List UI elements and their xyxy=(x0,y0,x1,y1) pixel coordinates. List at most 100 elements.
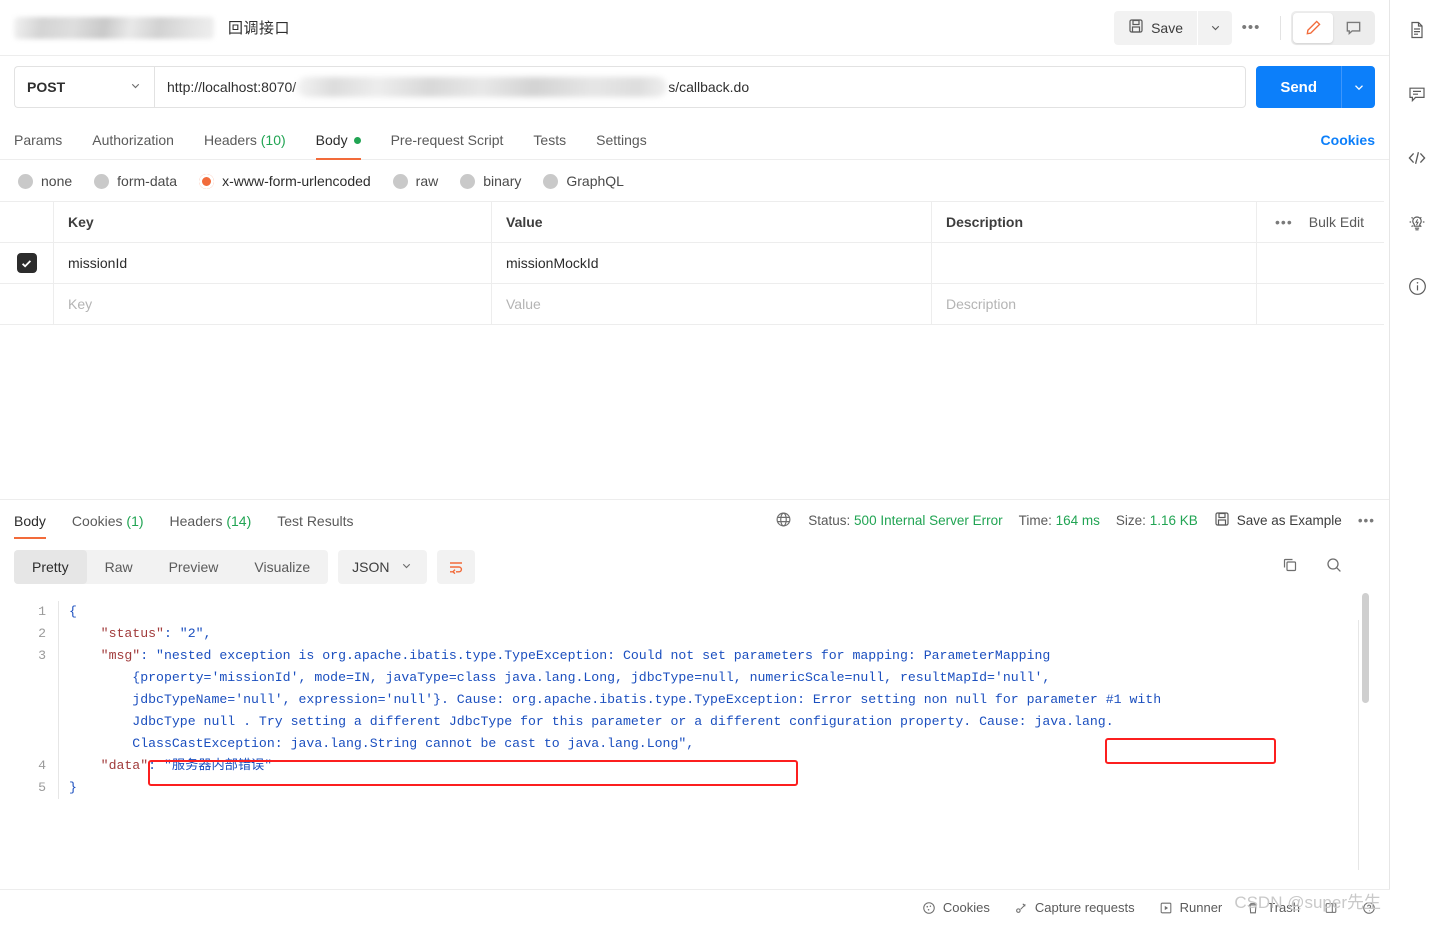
response-format-select[interactable]: JSON xyxy=(338,550,426,584)
rail-item-documentation[interactable] xyxy=(1401,14,1433,46)
footer-trash-button[interactable]: Trash xyxy=(1246,900,1300,915)
main-column: 回调接口 Save ••• xyxy=(0,0,1390,925)
chevron-down-icon xyxy=(129,79,142,95)
copy-icon[interactable] xyxy=(1281,556,1299,579)
postman-window: 回调接口 Save ••• xyxy=(0,0,1444,925)
request-body-blank-area xyxy=(0,325,1389,499)
request-more-button[interactable]: ••• xyxy=(1232,11,1270,45)
rail-item-tips[interactable] xyxy=(1401,206,1433,238)
save-options-button[interactable] xyxy=(1198,11,1232,45)
rail-item-info[interactable] xyxy=(1401,270,1433,302)
tab-tests-label: Tests xyxy=(533,132,566,148)
tab-headers-label: Headers xyxy=(204,132,257,148)
save-button[interactable]: Save xyxy=(1114,11,1197,45)
code-line: } xyxy=(69,777,1389,799)
footer-runner-button[interactable]: Runner xyxy=(1159,900,1223,915)
line-number: 4 xyxy=(0,755,46,777)
response-tab-headers[interactable]: Headers (14) xyxy=(170,500,252,542)
rail-item-code[interactable] xyxy=(1401,142,1433,174)
redacted-collection-path xyxy=(14,17,214,39)
body-type-raw[interactable]: raw xyxy=(393,173,439,189)
http-method-select[interactable]: POST xyxy=(14,66,154,108)
row-description-input[interactable] xyxy=(932,243,1257,283)
body-type-graphql[interactable]: GraphQL xyxy=(543,173,624,189)
line-numbers: 12345 xyxy=(0,601,58,799)
table-row-empty: Key Value Description xyxy=(0,284,1384,325)
row-key-input[interactable]: missionId xyxy=(54,243,492,283)
response-more-button[interactable]: ••• xyxy=(1358,513,1375,528)
help-icon xyxy=(1362,901,1376,915)
url-prefix: http://localhost:8070/ xyxy=(167,79,296,95)
edit-mode-button[interactable] xyxy=(1293,13,1333,43)
table-header-row: Key Value Description ••• Bulk Edit xyxy=(0,202,1384,243)
row-checkbox[interactable] xyxy=(17,253,37,273)
response-format-value: JSON xyxy=(352,559,389,575)
tab-body[interactable]: Body xyxy=(316,120,361,160)
line-number: 2 xyxy=(0,623,46,645)
response-view-actions xyxy=(1281,556,1375,579)
redacted-url-segment xyxy=(297,77,667,97)
url-bar: POST http://localhost:8070/s/callback.do… xyxy=(0,56,1389,120)
body-type-binary[interactable]: binary xyxy=(460,173,521,189)
table-more-button[interactable]: ••• xyxy=(1275,214,1293,230)
search-icon[interactable] xyxy=(1325,556,1343,579)
send-options-button[interactable] xyxy=(1341,66,1375,108)
footer-layout-button[interactable] xyxy=(1324,901,1338,915)
footer-help-button[interactable] xyxy=(1362,901,1376,915)
response-tab-test-results[interactable]: Test Results xyxy=(277,500,353,542)
view-mode-visualize[interactable]: Visualize xyxy=(236,550,328,584)
response-tab-body[interactable]: Body xyxy=(14,500,46,542)
view-mode-pretty[interactable]: Pretty xyxy=(14,550,87,584)
tab-params[interactable]: Params xyxy=(14,120,62,160)
save-as-example-button[interactable]: Save as Example xyxy=(1214,511,1342,530)
time-group: Time: 164 ms xyxy=(1019,513,1100,528)
size-group: Size: 1.16 KB xyxy=(1116,513,1198,528)
header-actions: Save ••• xyxy=(1114,11,1375,45)
url-suffix: s/callback.do xyxy=(668,79,749,95)
footer-trash-label: Trash xyxy=(1267,900,1300,915)
info-icon xyxy=(1407,276,1428,297)
bulk-edit-button[interactable]: Bulk Edit xyxy=(1309,214,1364,230)
footer-capture-requests-button[interactable]: Capture requests xyxy=(1014,900,1135,915)
chevron-down-icon xyxy=(1352,80,1366,94)
body-type-form-data[interactable]: form-data xyxy=(94,173,177,189)
row-value-input[interactable]: missionMockId xyxy=(492,243,932,283)
tab-pre-request-script[interactable]: Pre-request Script xyxy=(391,120,504,160)
comment-mode-button[interactable] xyxy=(1333,13,1373,43)
word-wrap-toggle[interactable] xyxy=(437,550,475,584)
body-type-none-label: none xyxy=(41,173,72,189)
time-value: 164 ms xyxy=(1056,513,1100,528)
response-view-modes: Pretty Raw Preview Visualize xyxy=(14,550,328,584)
body-type-x-www-form-urlencoded-label: x-www-form-urlencoded xyxy=(222,173,371,189)
empty-row-value-input[interactable]: Value xyxy=(492,284,932,324)
row-checkbox-cell xyxy=(0,243,54,283)
request-tab-bar: Params Authorization Headers (10) Body P… xyxy=(0,120,1389,160)
empty-row-actions xyxy=(1257,284,1384,324)
tab-settings[interactable]: Settings xyxy=(596,120,647,160)
vertical-scrollbar[interactable] xyxy=(1362,593,1369,703)
rail-item-comments[interactable] xyxy=(1401,78,1433,110)
send-button[interactable]: Send xyxy=(1256,66,1341,108)
request-title: 回调接口 xyxy=(228,17,290,38)
tab-body-label: Body xyxy=(316,132,348,148)
body-type-form-data-label: form-data xyxy=(117,173,177,189)
footer-cookies-button[interactable]: Cookies xyxy=(922,900,990,915)
response-tab-cookies[interactable]: Cookies (1) xyxy=(72,500,144,542)
response-tab-headers-count: (14) xyxy=(226,513,251,529)
response-body-viewer[interactable]: 12345 { "status": "2", "msg": "nested ex… xyxy=(0,593,1389,799)
tab-tests[interactable]: Tests xyxy=(533,120,566,160)
view-mode-preview[interactable]: Preview xyxy=(151,550,237,584)
tab-headers[interactable]: Headers (10) xyxy=(204,120,286,160)
tab-authorization-label: Authorization xyxy=(92,132,174,148)
empty-row-description-input[interactable]: Description xyxy=(932,284,1257,324)
body-type-x-www-form-urlencoded[interactable]: x-www-form-urlencoded xyxy=(199,173,371,189)
tab-params-label: Params xyxy=(14,132,62,148)
body-type-none[interactable]: none xyxy=(18,173,72,189)
url-input[interactable]: http://localhost:8070/s/callback.do xyxy=(154,66,1246,108)
size-value: 1.16 KB xyxy=(1150,513,1198,528)
cookies-link[interactable]: Cookies xyxy=(1321,132,1375,148)
tab-authorization[interactable]: Authorization xyxy=(92,120,174,160)
layout-icon xyxy=(1324,901,1338,915)
view-mode-raw[interactable]: Raw xyxy=(87,550,151,584)
empty-row-key-input[interactable]: Key xyxy=(54,284,492,324)
